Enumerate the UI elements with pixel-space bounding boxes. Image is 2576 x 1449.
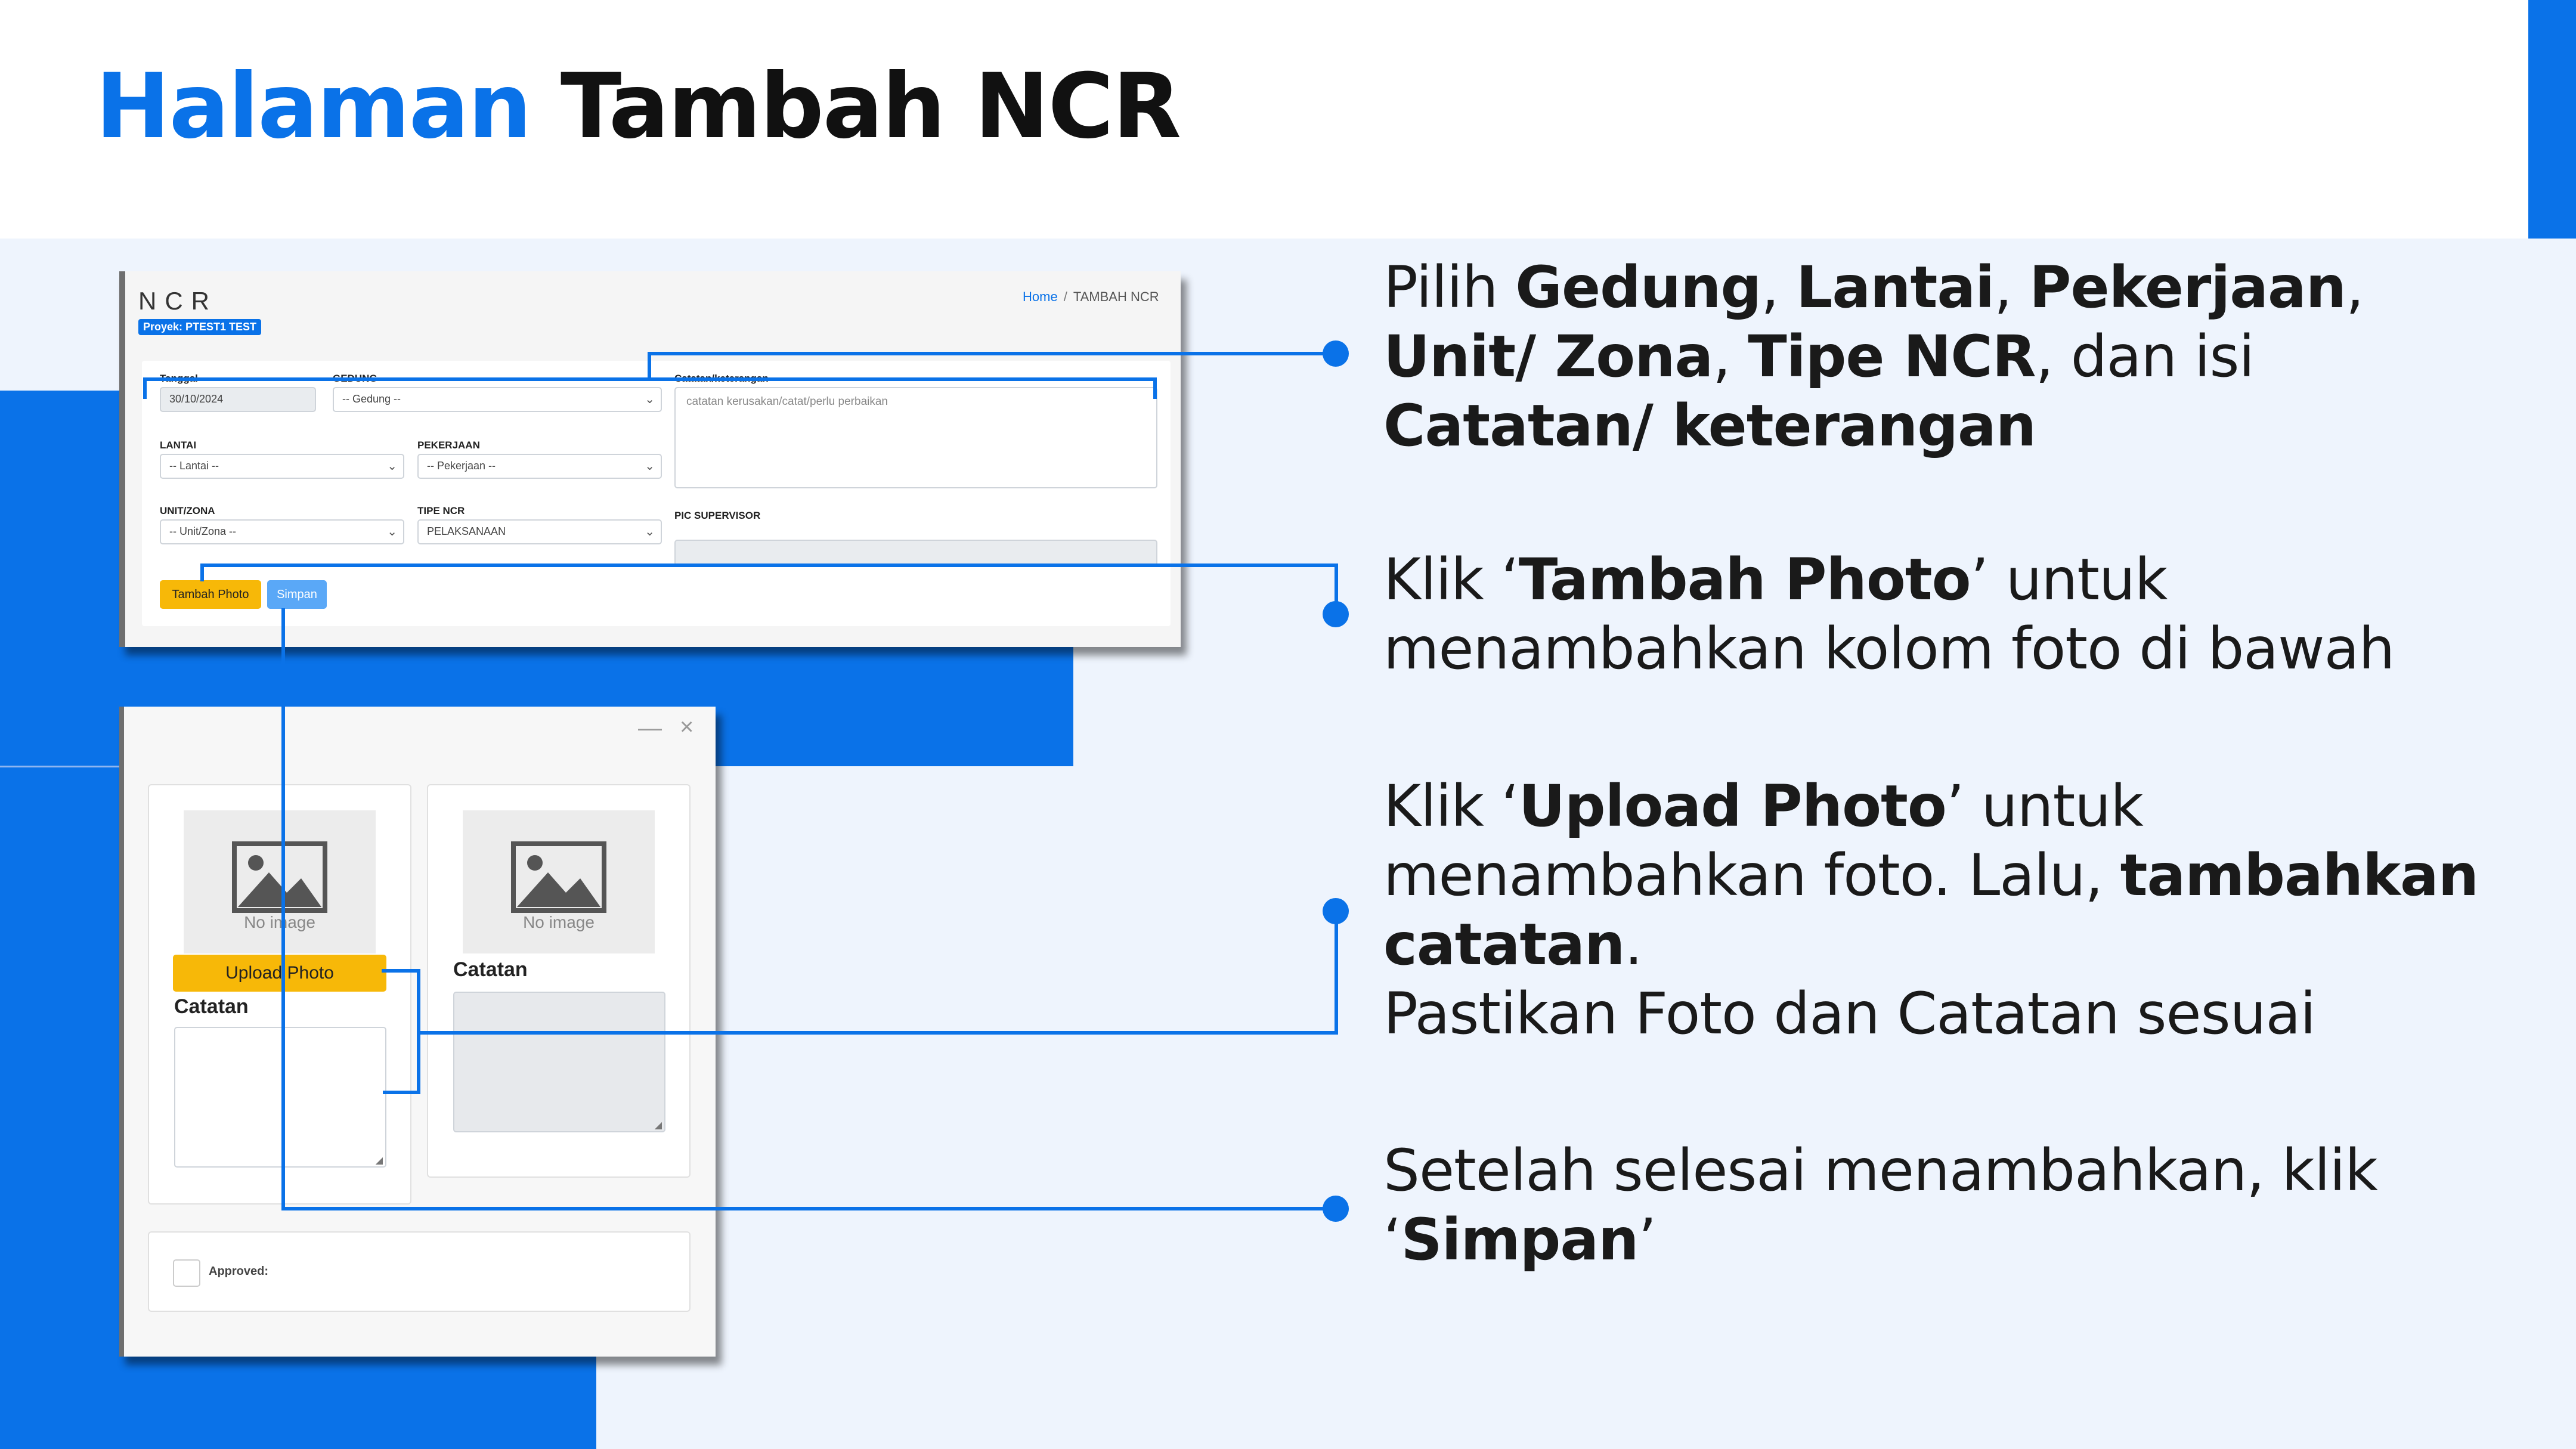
chevron-down-icon: ⌄ <box>645 525 655 538</box>
gedung-select[interactable]: -- Gedung -- ⌄ <box>333 387 662 412</box>
breadcrumb-separator: / <box>1063 289 1067 304</box>
minimize-icon[interactable]: — <box>638 715 662 742</box>
photo-catatan-textarea[interactable]: ◢ <box>453 992 665 1132</box>
pic-supervisor-label: PIC SUPERVISOR <box>674 510 761 521</box>
step-text: , dan isi <box>2035 323 2255 390</box>
callout-line <box>1153 377 1157 399</box>
simpan-button[interactable]: Simpan <box>267 580 327 609</box>
app-brand: NCR <box>138 287 218 315</box>
callout-line <box>648 352 1335 355</box>
step-emphasis: Unit/ Zona <box>1383 323 1713 390</box>
tipe-ncr-label: TIPE NCR <box>417 505 465 516</box>
step-text: , <box>1713 323 1748 390</box>
step-1-text: Pilih Gedung, Lantai, Pekerjaan, Unit/ Z… <box>1383 253 2516 460</box>
callout-line <box>281 608 285 1210</box>
breadcrumb-current: TAMBAH NCR <box>1073 289 1159 304</box>
lantai-select[interactable]: -- Lantai -- ⌄ <box>160 454 404 479</box>
callout-line <box>417 1031 1338 1035</box>
approved-card: Approved: <box>148 1231 691 1312</box>
unit-zona-label: UNIT/ZONA <box>160 505 215 516</box>
ncr-form-card: Tanggal 30/10/2024 GEDUNG -- Gedung -- ⌄… <box>142 361 1171 626</box>
image-placeholder-icon <box>232 841 327 913</box>
resize-handle-icon[interactable]: ◢ <box>655 1119 662 1131</box>
step-4-text: Setelah selesai menambahkan, klik ‘Simpa… <box>1383 1136 2516 1274</box>
breadcrumb-home-link[interactable]: Home <box>1023 289 1058 304</box>
tipe-ncr-select-value: PELAKSANAAN <box>427 525 506 537</box>
accent-bar <box>2528 0 2576 239</box>
unit-zona-select[interactable]: -- Unit/Zona -- ⌄ <box>160 519 404 544</box>
step-emphasis: Lantai <box>1796 254 1995 321</box>
approved-label: Approved: <box>209 1265 268 1278</box>
step-text: , <box>1994 254 2030 321</box>
catatan-textarea[interactable]: catatan kerusakan/catat/perlu perbaikan <box>674 387 1157 488</box>
lantai-label: LANTAI <box>160 439 197 451</box>
callout-line <box>281 1207 1337 1210</box>
step-emphasis: Catatan/ keterangan <box>1383 392 2036 459</box>
callout-line <box>200 564 1338 567</box>
chevron-down-icon: ⌄ <box>645 460 655 473</box>
callout-line <box>143 377 147 399</box>
no-image-text: No image <box>523 913 595 931</box>
lantai-select-value: -- Lantai -- <box>169 460 219 472</box>
callout-line <box>1335 912 1338 1035</box>
breadcrumb: Home / TAMBAH NCR <box>1023 289 1159 305</box>
approved-checkbox[interactable] <box>173 1259 200 1287</box>
resize-handle-icon[interactable]: ◢ <box>376 1154 383 1166</box>
step-text: ’ <box>1638 1206 1656 1273</box>
step-text: Pastikan Foto dan Catatan sesuai <box>1383 980 2316 1047</box>
tanggal-field[interactable]: 30/10/2024 <box>160 387 316 412</box>
chevron-down-icon: ⌄ <box>387 525 397 538</box>
ncr-form-screenshot: NCR Proyek: PTEST1 TEST Home / TAMBAH NCR … <box>119 271 1181 647</box>
tipe-ncr-select[interactable]: PELAKSANAAN ⌄ <box>417 519 662 544</box>
photo-placeholder: No image <box>184 810 376 953</box>
callout-dot <box>1323 601 1349 627</box>
callout-line <box>383 1091 420 1094</box>
close-icon[interactable]: × <box>680 714 693 741</box>
unit-zona-select-value: -- Unit/Zona -- <box>169 525 237 537</box>
step-text: Pilih <box>1383 254 1516 321</box>
pekerjaan-select[interactable]: -- Pekerjaan -- ⌄ <box>417 454 662 479</box>
step-text: Klik ‘ <box>1383 773 1519 840</box>
step-3-text: Klik ‘Upload Photo’ untuk menambahkan fo… <box>1383 772 2516 1048</box>
step-text: , <box>1761 254 1797 321</box>
photo-card: No image Catatan ◢ <box>427 784 691 1178</box>
step-emphasis: Upload Photo <box>1518 773 1947 840</box>
pic-supervisor-field[interactable] <box>674 540 1157 566</box>
step-2-text: Klik ‘Tambah Photo’ untuk menambahkan ko… <box>1383 545 2516 683</box>
step-emphasis: Tambah Photo <box>1518 546 1971 613</box>
callout-dot <box>1323 1196 1349 1222</box>
step-emphasis: Pekerjaan <box>2029 254 2346 321</box>
photo-placeholder: No image <box>463 810 655 953</box>
no-image-text: No image <box>244 913 315 931</box>
step-text: Klik ‘ <box>1383 546 1519 613</box>
step-emphasis: Gedung <box>1515 254 1761 321</box>
callout-line <box>382 969 420 973</box>
callout-line <box>648 352 651 379</box>
photo-catatan-textarea[interactable]: ◢ <box>174 1027 386 1168</box>
project-badge: Proyek: PTEST1 TEST <box>138 319 262 335</box>
photo-card: No image Upload Photo Catatan ◢ <box>148 784 411 1205</box>
step-emphasis: Tipe NCR <box>1748 323 2036 390</box>
step-text: . <box>1624 911 1642 978</box>
callout-dot <box>1323 340 1349 367</box>
pekerjaan-select-value: -- Pekerjaan -- <box>427 460 496 472</box>
gedung-select-value: -- Gedung -- <box>342 393 401 405</box>
image-placeholder-icon <box>511 841 606 913</box>
catatan-label: Catatan <box>453 958 528 981</box>
catatan-placeholder: catatan kerusakan/catat/perlu perbaikan <box>686 395 888 408</box>
chevron-down-icon: ⌄ <box>645 393 655 406</box>
title-highlight: Halaman <box>95 55 532 159</box>
catatan-label: Catatan <box>174 995 249 1018</box>
step-text: , <box>2346 254 2364 321</box>
tambah-photo-button[interactable]: Tambah Photo <box>160 580 261 609</box>
step-emphasis: Simpan <box>1401 1206 1639 1273</box>
title-rest: Tambah NCR <box>560 55 1181 159</box>
callout-dot <box>1323 898 1349 924</box>
upload-photo-button[interactable]: Upload Photo <box>173 955 386 992</box>
slide-title: Halaman Tambah NCR <box>95 55 1181 159</box>
chevron-down-icon: ⌄ <box>387 460 397 473</box>
pekerjaan-label: PEKERJAAN <box>417 439 480 451</box>
